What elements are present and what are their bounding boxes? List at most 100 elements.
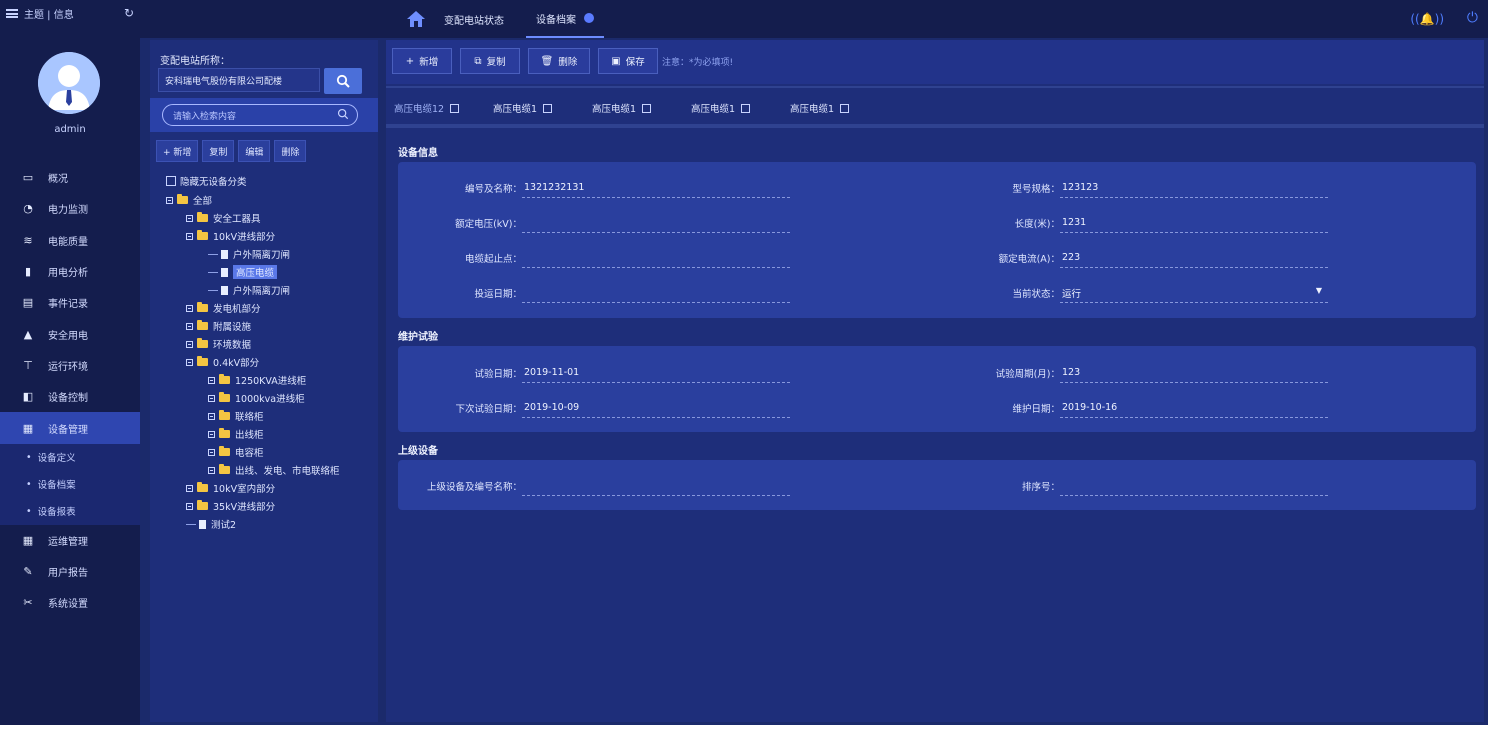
tree-node[interactable]: 电容柜	[208, 444, 264, 460]
sort-no-input[interactable]	[1060, 476, 1328, 496]
delete-button[interactable]: 🗑 删除	[528, 48, 590, 74]
tree-node[interactable]: 附属设施	[186, 318, 251, 334]
cable-start-end-input[interactable]	[522, 248, 790, 268]
tree-node[interactable]: 户外隔离刀闸	[208, 246, 290, 262]
left-sidebar: 主题 | 信息 ↻ admin ▭ 概况 ◔ 电力监测 ≋ 电能质量 ▮ 用电分析 ▤ 事件记录 ▲…	[0, 0, 140, 725]
sidebar-item[interactable]: ✂ 系统设置	[0, 587, 140, 618]
device-subtab[interactable]: 高压电缆12	[394, 101, 460, 115]
document-icon: ▤	[22, 296, 34, 310]
collapse-icon[interactable]	[186, 340, 193, 348]
power-icon[interactable]: ⏻	[1467, 10, 1478, 26]
edit-icon[interactable]	[741, 103, 751, 113]
sidebar-item[interactable]: ≋ 电能质量	[0, 225, 140, 256]
sidebar-item[interactable]: ◔ 电力监测	[0, 193, 140, 224]
checkbox-box[interactable]	[166, 176, 176, 186]
new-button[interactable]: + 新增	[392, 48, 452, 74]
tree-delete-button[interactable]: 删除	[274, 140, 307, 162]
sidebar-subitem[interactable]: 设备档案	[0, 470, 140, 498]
sidebar-item[interactable]: ▤ 事件记录	[0, 287, 140, 318]
tree-add-button[interactable]: + 新增	[156, 140, 199, 162]
tree-node[interactable]: 测试2	[186, 516, 236, 532]
sidebar-subitem[interactable]: 设备报表	[0, 497, 140, 525]
rated-voltage-input[interactable]	[522, 213, 790, 233]
tree-node[interactable]: 环境数据	[186, 336, 251, 352]
sidebar-item[interactable]: ⊤ 运行环境	[0, 350, 140, 381]
length-input[interactable]: 1231	[1060, 213, 1328, 233]
collapse-icon[interactable]	[208, 466, 215, 474]
tree-node[interactable]: 户外隔离刀闸	[208, 282, 290, 298]
tree-node[interactable]: 出线、发电、市电联络柜	[208, 462, 340, 478]
rated-current-input[interactable]: 223	[1060, 248, 1328, 268]
tree-node[interactable]: 出线柜	[208, 426, 264, 442]
tree-node[interactable]: 全部	[166, 192, 212, 208]
tree-node[interactable]: 10kV进线部分	[186, 228, 275, 244]
edit-icon[interactable]	[543, 103, 553, 113]
search-icon[interactable]	[337, 108, 349, 120]
collapse-icon[interactable]	[208, 448, 215, 456]
tree-node[interactable]: 1250KVA进线柜	[208, 372, 306, 388]
sidebar-item[interactable]: ▭ 概况	[0, 162, 140, 193]
tab-device-archive[interactable]: 设备档案	[526, 0, 604, 38]
tree-node[interactable]: 0.4kV部分	[186, 354, 259, 370]
hide-empty-checkbox[interactable]: 隐藏无设备分类	[166, 174, 247, 188]
tree-node[interactable]: 发电机部分	[186, 300, 261, 316]
tree-node[interactable]: 1000kva进线柜	[208, 390, 305, 406]
collapse-icon[interactable]	[208, 430, 215, 438]
current-state-select[interactable]: 运行 ▼	[1060, 283, 1328, 303]
sidebar-item[interactable]: ▲ 安全用电	[0, 318, 140, 349]
tree-node[interactable]: 10kV室内部分	[186, 480, 275, 496]
collapse-icon[interactable]	[166, 196, 173, 204]
tree-edit-button[interactable]: 编辑	[238, 140, 271, 162]
edit-icon[interactable]	[642, 103, 652, 113]
tree-copy-button[interactable]: 复制	[202, 140, 235, 162]
collapse-icon[interactable]	[186, 502, 193, 510]
edit-icon[interactable]	[840, 103, 850, 113]
collapse-icon[interactable]	[186, 214, 193, 222]
station-search-button[interactable]	[324, 68, 362, 94]
test-date-input[interactable]: 2019-11-01	[522, 363, 790, 383]
close-tab-icon[interactable]	[584, 13, 594, 23]
save-button[interactable]: ▣ 保存	[598, 48, 658, 74]
tree-node[interactable]: 联络柜	[208, 408, 264, 424]
device-subtab[interactable]: 高压电缆1	[691, 101, 751, 115]
device-icon: ▦	[22, 421, 34, 435]
collapse-icon[interactable]	[186, 358, 193, 366]
model-input[interactable]: 123123	[1060, 178, 1328, 198]
copy-button[interactable]: ⧉ 复制	[460, 48, 520, 74]
collapse-icon[interactable]	[208, 394, 215, 402]
device-subtab-label: 高压电缆12	[394, 104, 445, 115]
collapse-icon[interactable]	[186, 322, 193, 330]
parent-device-input[interactable]	[522, 476, 790, 496]
test-cycle-input[interactable]: 123	[1060, 363, 1328, 383]
device-subtab[interactable]: 高压电缆1	[790, 101, 850, 115]
sidebar-item[interactable]: ✎ 用户报告	[0, 556, 140, 587]
tree-node[interactable]: 高压电缆	[208, 264, 278, 280]
collapse-icon[interactable]	[208, 376, 215, 384]
menu-icon[interactable]	[6, 8, 18, 18]
next-test-date-input[interactable]: 2019-10-09	[522, 398, 790, 418]
sidebar-item[interactable]: ▦ 设备管理	[0, 412, 140, 444]
home-icon[interactable]	[406, 9, 426, 29]
collapse-icon[interactable]	[186, 232, 193, 240]
commission-date-input[interactable]	[522, 283, 790, 303]
refresh-icon[interactable]: ↻	[124, 6, 134, 20]
device-subtab[interactable]: 高压电缆1	[592, 101, 652, 115]
avatar[interactable]	[38, 52, 100, 114]
edit-icon[interactable]	[450, 103, 460, 113]
bell-icon[interactable]: ((🔔))	[1410, 12, 1444, 26]
tab-station-status[interactable]: 变配电站状态	[444, 0, 504, 38]
collapse-icon[interactable]	[208, 412, 215, 420]
tree-search-input[interactable]: 请输入检索内容	[162, 104, 358, 126]
sidebar-subitem[interactable]: 设备定义	[0, 443, 140, 471]
collapse-icon[interactable]	[186, 484, 193, 492]
tree-node[interactable]: 35kV进线部分	[186, 498, 275, 514]
maintenance-date-input[interactable]: 2019-10-16	[1060, 398, 1328, 418]
tree-node[interactable]: 安全工器具	[186, 210, 261, 226]
sidebar-item[interactable]: ▦ 运维管理	[0, 525, 140, 556]
code-name-input[interactable]: 1321232131	[522, 178, 790, 198]
sidebar-item[interactable]: ◧ 设备控制	[0, 381, 140, 412]
collapse-icon[interactable]	[186, 304, 193, 312]
device-subtab[interactable]: 高压电缆1	[493, 101, 553, 115]
station-select[interactable]: 安科瑞电气股份有限公司配楼	[158, 68, 320, 92]
sidebar-item[interactable]: ▮ 用电分析	[0, 256, 140, 287]
